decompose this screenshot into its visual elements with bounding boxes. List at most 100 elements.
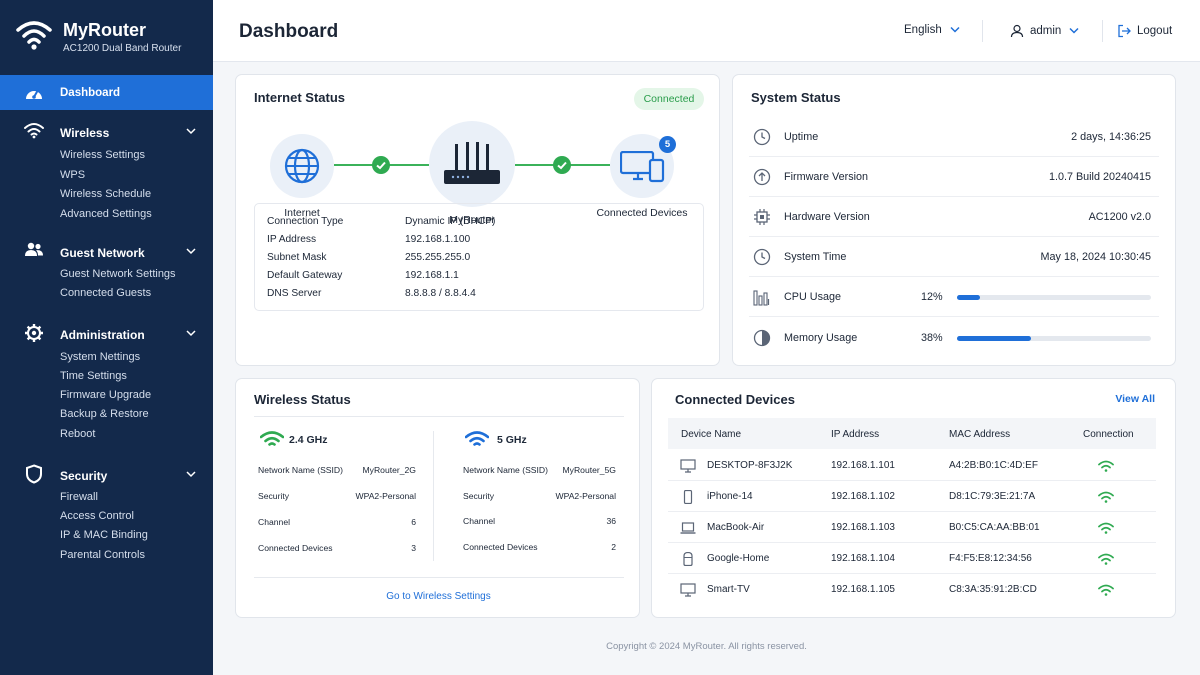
wifi-signal-icon bbox=[1098, 460, 1114, 472]
band-value: 3 bbox=[411, 543, 416, 553]
card-title: Wireless Status bbox=[254, 392, 351, 407]
device-ip: 192.168.1.105 bbox=[831, 584, 895, 595]
sidebar-item-wireless-schedule[interactable]: Wireless Schedule bbox=[60, 188, 151, 200]
table-row[interactable]: DESKTOP-8F3J2K 192.168.1.101 A4:2B:B0:1C… bbox=[668, 450, 1156, 481]
phone-icon bbox=[683, 490, 693, 504]
band-name: 2.4 GHz bbox=[289, 434, 328, 446]
info-value: Dynamic IP (DHCP) bbox=[405, 216, 496, 227]
sidebar-item-time-settings[interactable]: Time Settings bbox=[60, 370, 127, 382]
brand-name: MyRouter bbox=[63, 20, 147, 40]
footer-copyright: Copyright © 2024 MyRouter. All rights re… bbox=[606, 641, 807, 652]
sidebar-item-system-settings[interactable]: System Nettings bbox=[60, 351, 140, 363]
logout-button[interactable]: Logout bbox=[1117, 24, 1172, 38]
sidebar-item-firewall[interactable]: Firewall bbox=[60, 491, 98, 503]
band-value: WPA2-Personal bbox=[355, 491, 417, 501]
cpu-progress-bar bbox=[957, 295, 1151, 300]
sidebar-group-administration: Administration System Nettings Time Sett… bbox=[0, 324, 213, 440]
sidebar-group-header-administration[interactable]: Administration bbox=[0, 324, 213, 346]
chevron-down-icon bbox=[186, 330, 196, 337]
band-value: MyRouter_5G bbox=[562, 465, 617, 475]
devices-icon bbox=[620, 151, 665, 183]
system-row-memory: Memory Usage 38% bbox=[749, 318, 1159, 358]
divider bbox=[254, 416, 624, 417]
sidebar-group-wireless: Wireless Wireless Settings WPS Wireless … bbox=[0, 122, 213, 220]
column-header: Connection bbox=[1083, 429, 1134, 440]
info-value: 8.8.8.8 / 8.8.4.4 bbox=[405, 288, 476, 299]
upload-icon bbox=[753, 168, 771, 186]
router-node bbox=[429, 121, 515, 207]
sidebar-item-reboot[interactable]: Reboot bbox=[60, 428, 95, 440]
band-label: Channel bbox=[463, 516, 496, 526]
sidebar-item-parental-controls[interactable]: Parental Controls bbox=[60, 549, 145, 561]
wireless-status-card: Wireless Status 2.4 GHz Network Name (SS… bbox=[235, 378, 640, 618]
sidebar-item-dashboard[interactable]: Dashboard bbox=[0, 75, 213, 110]
globe-icon bbox=[284, 148, 320, 184]
system-label: Firmware Version bbox=[784, 171, 868, 183]
page-title: Dashboard bbox=[239, 21, 339, 42]
sidebar-item-advanced-settings[interactable]: Advanced Settings bbox=[60, 208, 152, 220]
sidebar-group-guest-network: Guest Network Guest Network Settings Con… bbox=[0, 242, 213, 299]
tv-icon bbox=[680, 583, 696, 597]
sidebar-item-guest-network-settings[interactable]: Guest Network Settings bbox=[60, 268, 176, 280]
band-label: Connected Devices bbox=[258, 543, 333, 553]
band-value: 6 bbox=[411, 517, 416, 527]
system-label: Uptime bbox=[784, 131, 819, 143]
table-row[interactable]: iPhone-14 192.168.1.102 D8:1C:79:3E:21:7… bbox=[668, 481, 1156, 512]
cpu-progress-fill bbox=[957, 295, 981, 300]
status-badge: Connected bbox=[634, 88, 704, 110]
system-value: 1.0.7 Build 20240415 bbox=[1048, 171, 1151, 183]
system-label: Hardware Version bbox=[784, 211, 870, 223]
chevron-down-icon bbox=[950, 26, 960, 33]
chevron-down-icon bbox=[1069, 27, 1079, 34]
band-value: 36 bbox=[606, 516, 616, 526]
table-row[interactable]: MacBook-Air 192.168.1.103 B0:C5:CA:AA:BB… bbox=[668, 512, 1156, 543]
pie-chart-icon bbox=[753, 329, 771, 347]
info-value: 192.168.1.100 bbox=[405, 234, 471, 245]
table-row[interactable]: Smart-TV 192.168.1.105 C8:3A:35:91:2B:CD bbox=[668, 574, 1156, 605]
connection-info: Connection Type Dynamic IP (DHCP) IP Add… bbox=[254, 203, 704, 311]
info-label: DNS Server bbox=[267, 288, 322, 299]
device-ip: 192.168.1.104 bbox=[831, 553, 895, 564]
device-name: iPhone-14 bbox=[707, 491, 753, 502]
speaker-icon bbox=[683, 552, 693, 566]
device-mac: C8:3A:35:91:2B:CD bbox=[949, 584, 1037, 595]
sidebar-item-wireless-settings[interactable]: Wireless Settings bbox=[60, 149, 145, 161]
wifi-icon bbox=[24, 123, 44, 139]
band-value: 2 bbox=[611, 542, 616, 552]
user-menu[interactable]: admin bbox=[1010, 24, 1081, 38]
sidebar-item-wps[interactable]: WPS bbox=[60, 169, 85, 181]
sidebar-item-access-control[interactable]: Access Control bbox=[60, 510, 134, 522]
sidebar-group-header-security[interactable]: Security bbox=[0, 464, 213, 487]
sidebar-group-label: Administration bbox=[60, 328, 145, 342]
device-ip: 192.168.1.101 bbox=[831, 460, 895, 471]
sidebar-group-label: Wireless bbox=[60, 126, 110, 140]
sidebar-group-header-guest-network[interactable]: Guest Network bbox=[0, 242, 213, 264]
gear-icon bbox=[25, 324, 43, 342]
divider bbox=[254, 577, 624, 578]
sidebar-group-header-wireless[interactable]: Wireless bbox=[0, 122, 213, 144]
view-all-link[interactable]: View All bbox=[1115, 393, 1155, 405]
band-label: Security bbox=[463, 491, 495, 501]
wireless-settings-link[interactable]: Go to Wireless Settings bbox=[236, 591, 641, 602]
wifi-logo-icon bbox=[16, 21, 52, 50]
sidebar-item-firmware-upgrade[interactable]: Firmware Upgrade bbox=[60, 389, 151, 401]
column-header: MAC Address bbox=[949, 429, 1011, 440]
sidebar-item-ip-mac-binding[interactable]: IP & MAC Binding bbox=[60, 529, 148, 541]
system-value: AC1200 v2.0 bbox=[1088, 211, 1151, 223]
band-label: Channel bbox=[258, 517, 291, 527]
table-row[interactable]: Google-Home 192.168.1.104 F4:F5:E8:12:34… bbox=[668, 543, 1156, 574]
internet-node bbox=[270, 134, 334, 198]
sidebar-item-backup-restore[interactable]: Backup & Restore bbox=[60, 408, 149, 420]
band-name: 5 GHz bbox=[497, 434, 527, 446]
card-title: Connected Devices bbox=[675, 392, 795, 407]
sidebar-group-security: Security Firewall Access Control IP & MA… bbox=[0, 464, 213, 561]
device-mac: F4:F5:E8:12:34:56 bbox=[949, 553, 1032, 564]
device-ip: 192.168.1.102 bbox=[831, 491, 895, 502]
band-value: MyRouter_2G bbox=[362, 465, 417, 475]
language-selector[interactable]: English bbox=[904, 24, 962, 36]
band-label: Network Name (SSID) bbox=[463, 465, 548, 475]
wifi-signal-icon bbox=[1098, 522, 1114, 534]
device-name: Smart-TV bbox=[707, 584, 750, 595]
check-icon bbox=[553, 156, 571, 174]
sidebar-item-connected-guests[interactable]: Connected Guests bbox=[60, 287, 151, 299]
